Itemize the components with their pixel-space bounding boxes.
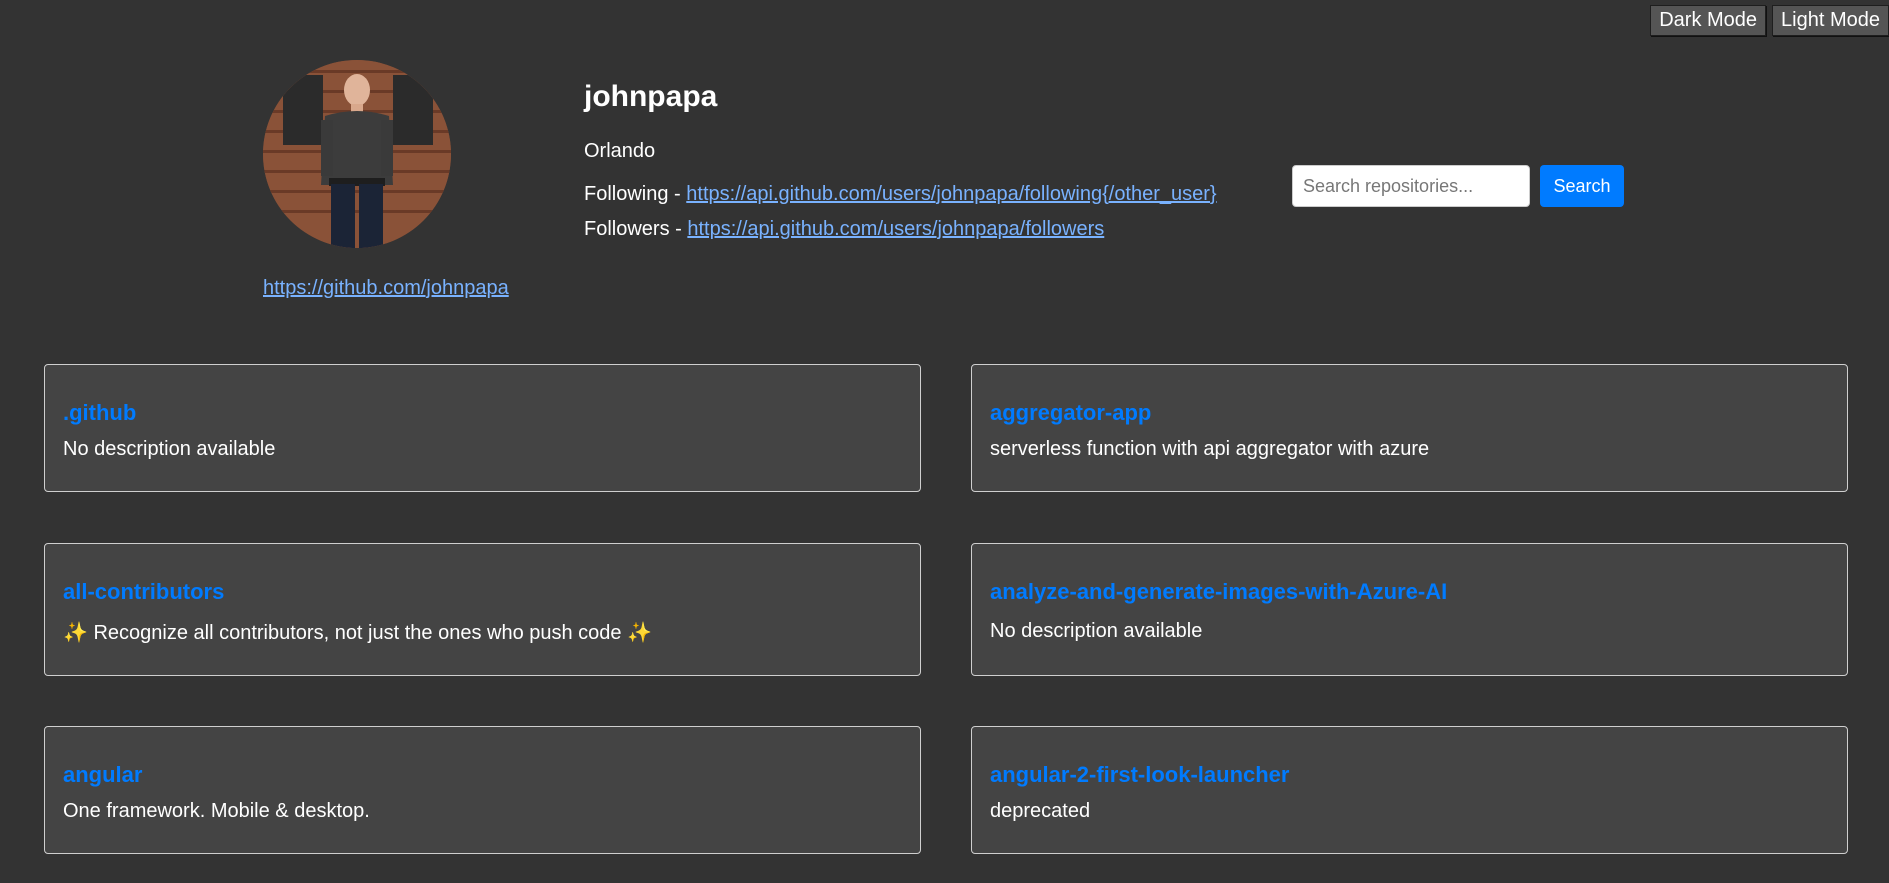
repo-name-link[interactable]: all-contributors — [63, 579, 224, 605]
profile-header: https://github.com/johnpapa johnpapa Orl… — [0, 0, 1889, 320]
followers-label: Followers - — [584, 218, 688, 240]
repo-description: No description available — [63, 438, 276, 460]
search-button[interactable]: Search — [1540, 165, 1624, 207]
repo-card: angular-2-first-look-launcher deprecated — [971, 726, 1848, 854]
repo-name-link[interactable]: aggregator-app — [990, 400, 1151, 426]
repo-description: deprecated — [990, 800, 1091, 822]
repo-card: analyze-and-generate-images-with-Azure-A… — [971, 543, 1848, 676]
repo-card: all-contributors ✨ Recognize all contrib… — [44, 543, 921, 676]
repo-description: No description available — [990, 620, 1203, 642]
search-input[interactable] — [1292, 165, 1530, 207]
repository-grid: .github No description available aggrega… — [44, 364, 1848, 854]
avatar-image — [263, 60, 451, 248]
following-label: Following - — [584, 183, 687, 205]
profile-url-link[interactable]: https://github.com/johnpapa — [263, 277, 509, 300]
followers-link[interactable]: https://api.github.com/users/johnpapa/fo… — [687, 218, 1104, 240]
repo-name-link[interactable]: analyze-and-generate-images-with-Azure-A… — [990, 579, 1447, 605]
repo-description: One framework. Mobile & desktop. — [63, 800, 370, 822]
repo-name-link[interactable]: angular-2-first-look-launcher — [990, 762, 1289, 788]
following-link[interactable]: https://api.github.com/users/johnpapa/fo… — [686, 183, 1216, 205]
repo-card: angular One framework. Mobile & desktop. — [44, 726, 921, 854]
repo-card: aggregator-app serverless function with … — [971, 364, 1848, 492]
followers-line: Followers - https://api.github.com/users… — [584, 218, 1104, 241]
username-heading: johnpapa — [584, 80, 718, 113]
repo-card: .github No description available — [44, 364, 921, 492]
repo-description: serverless function with api aggregator … — [990, 438, 1430, 460]
following-line: Following - https://api.github.com/users… — [584, 183, 1217, 206]
location-text: Orlando — [584, 140, 656, 162]
search-bar: Search — [1292, 165, 1624, 207]
repo-description: ✨ Recognize all contributors, not just t… — [63, 622, 653, 644]
avatar — [263, 60, 451, 248]
repo-name-link[interactable]: angular — [63, 762, 142, 788]
repo-name-link[interactable]: .github — [63, 400, 136, 426]
